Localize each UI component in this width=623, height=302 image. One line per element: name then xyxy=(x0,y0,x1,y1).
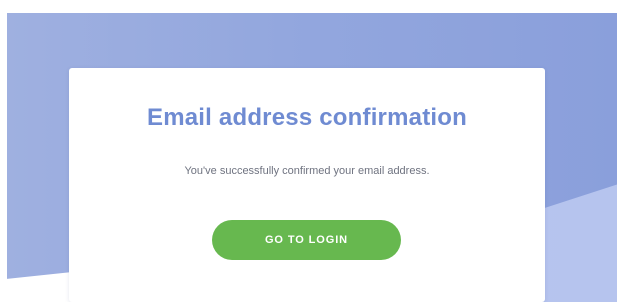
go-to-login-button[interactable]: GO TO LOGIN xyxy=(212,220,401,260)
confirmation-message: You've successfully confirmed your email… xyxy=(184,165,430,177)
confirmation-page: Email address confirmation You've succes… xyxy=(0,0,623,302)
confirmation-title: Email address confirmation xyxy=(147,104,467,131)
confirmation-card: Email address confirmation You've succes… xyxy=(69,68,545,302)
